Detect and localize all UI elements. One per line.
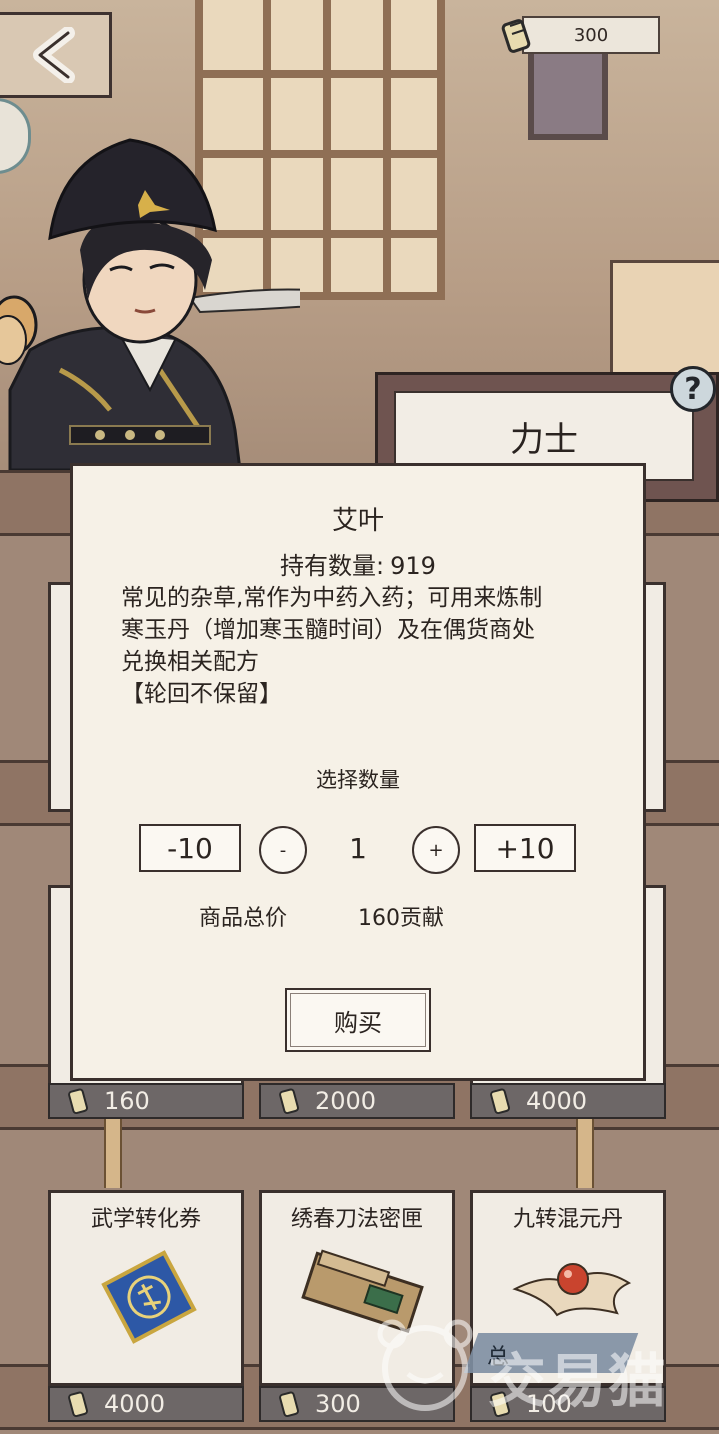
- back-button[interactable]: [0, 12, 112, 98]
- coin-scroll-icon: [501, 19, 531, 53]
- price-value: 4000: [104, 1390, 166, 1418]
- total-price-label: 商品总价: [199, 906, 288, 931]
- description-line: 寒玉丹（增加寒玉髓时间）及在偶货商处: [121, 617, 535, 643]
- item-name: 绣春刀法密匣: [290, 1207, 423, 1232]
- item-description: 常见的杂草,常作为中药入药；可用来炼制 寒玉丹（增加寒玉髓时间）及在偶货商处 兑…: [121, 582, 603, 710]
- owned-count: 持有数量: 919: [73, 546, 643, 581]
- item-name: 武学转化券: [90, 1207, 201, 1232]
- price-value: 2000: [315, 1087, 377, 1115]
- purchase-dialog: 艾叶 持有数量: 919 常见的杂草,常作为中药入药；可用来炼制 寒玉丹（增加寒玉…: [70, 463, 646, 1081]
- buy-button[interactable]: 购买: [285, 988, 431, 1052]
- voucher-icon: [101, 1250, 197, 1344]
- owned-label: 持有数量:: [280, 552, 385, 580]
- price-bar: 4000: [48, 1386, 244, 1422]
- coin-scroll-icon: [68, 1088, 88, 1115]
- description-line: 兑换相关配方: [121, 649, 259, 675]
- shelf-post: [576, 1118, 594, 1188]
- side-table: [610, 260, 719, 386]
- description-line: 常见的杂草,常作为中药入药；可用来炼制: [121, 585, 543, 611]
- coin-scroll-icon: [490, 1088, 510, 1115]
- minus-button[interactable]: -: [259, 826, 307, 874]
- cat-logo-icon: [377, 1319, 473, 1411]
- coin-scroll-icon: [279, 1088, 299, 1115]
- quantity-label: 选择数量: [316, 768, 400, 792]
- currency-display: 300: [500, 14, 662, 56]
- coin-scroll-icon: [279, 1391, 299, 1418]
- coin-scroll-icon: [68, 1391, 88, 1418]
- item-title: 艾叶: [331, 506, 384, 536]
- item-name: 九转混元丹: [512, 1207, 623, 1232]
- total-price-value: 160贡献: [358, 906, 444, 931]
- price-bar: 4000: [470, 1083, 666, 1119]
- watermark: 交易猫: [370, 1316, 710, 1416]
- character-portrait: [0, 138, 300, 470]
- price-bar: 2000: [259, 1083, 455, 1119]
- description-line: 【轮回不保留】: [121, 681, 282, 707]
- plus-button[interactable]: +: [412, 826, 460, 874]
- price-value: 4000: [526, 1087, 588, 1115]
- shelf-post: [104, 1118, 122, 1188]
- help-button[interactable]: ?: [670, 366, 716, 412]
- plus-ten-button[interactable]: +10: [474, 824, 576, 872]
- price-value: 160: [104, 1087, 150, 1115]
- quantity-value: 1: [349, 832, 367, 865]
- price-value: 300: [315, 1390, 361, 1418]
- owned-value: 919: [390, 552, 436, 580]
- watermark-text: 交易猫: [488, 1347, 669, 1415]
- shop-card-wuxue-voucher[interactable]: 武学转化券: [48, 1190, 244, 1386]
- chevron-left-icon: [32, 27, 75, 83]
- price-bar: 160: [48, 1083, 244, 1119]
- currency-amount: 300: [522, 16, 660, 54]
- minus-ten-button[interactable]: -10: [139, 824, 241, 872]
